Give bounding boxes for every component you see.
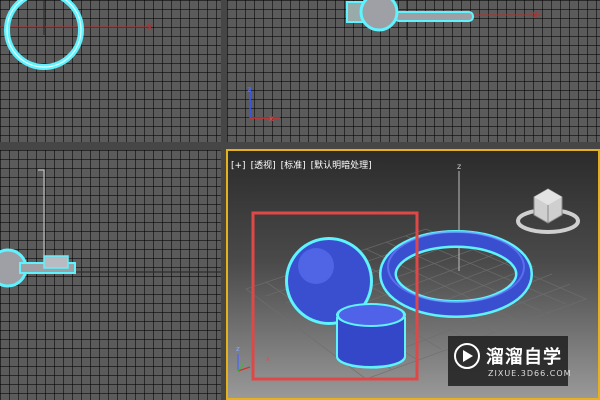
top-viewport[interactable]: [0, 0, 221, 142]
axis-gizmo: z x: [247, 85, 280, 123]
watermark: 溜溜自学 ZIXUE.3D66.COM: [448, 336, 571, 386]
torus-front-view[interactable]: [394, 11, 474, 22]
top-viewport-scene: [0, 0, 153, 70]
axis-z-label: z: [247, 85, 251, 94]
watermark-title: 溜溜自学: [486, 347, 562, 368]
torus[interactable]: [379, 230, 533, 318]
axis-x-label: x: [269, 114, 274, 123]
svg-text:z: z: [236, 345, 240, 353]
sphere-left-view[interactable]: [0, 248, 76, 288]
left-viewport-scene: [0, 169, 221, 288]
watermark-logo-icon: [454, 343, 480, 369]
viewcube-icon[interactable]: [516, 188, 580, 234]
left-viewport[interactable]: [0, 150, 221, 400]
front-viewport[interactable]: z x: [227, 0, 600, 142]
front-viewport-scene: z x: [247, 0, 542, 123]
svg-text:x: x: [266, 355, 270, 363]
world-z-label: z: [457, 162, 461, 171]
cylinder[interactable]: [336, 303, 406, 369]
sphere-front-view[interactable]: [346, 0, 399, 32]
watermark-url: ZIXUE.3D66.COM: [488, 369, 572, 378]
